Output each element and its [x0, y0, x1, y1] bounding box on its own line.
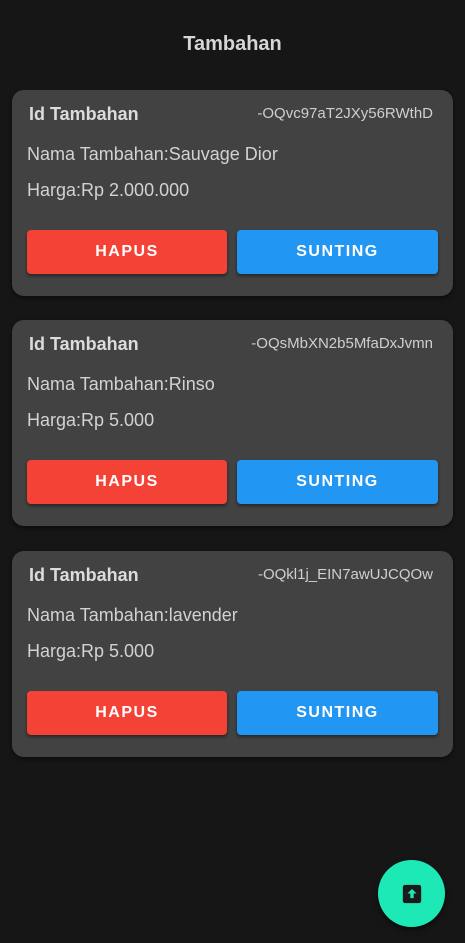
item-price: Harga:Rp 5.000	[27, 410, 155, 430]
id-label: Id Tambahan	[29, 565, 139, 585]
item-name: Nama Tambahan:Rinso	[27, 374, 215, 394]
id-value: -OQvc97aT2JXy56RWthD	[257, 105, 433, 122]
delete-button[interactable]: HAPUS	[27, 691, 227, 735]
item-card: Id Tambahan -OQsMbXN2b5MfaDxJvmn Nama Ta…	[12, 320, 453, 526]
edit-button[interactable]: SUNTING	[237, 691, 438, 735]
item-name: Nama Tambahan:lavender	[27, 605, 238, 625]
item-card: Id Tambahan -OQkl1j_EIN7awUJCQOw Nama Ta…	[12, 551, 453, 757]
item-price: Harga:Rp 2.000.000	[27, 180, 190, 200]
delete-button[interactable]: HAPUS	[27, 230, 227, 274]
id-value: -OQsMbXN2b5MfaDxJvmn	[251, 335, 433, 352]
item-name: Nama Tambahan:Sauvage Dior	[27, 144, 278, 164]
delete-button[interactable]: HAPUS	[27, 460, 227, 504]
app-screen: Tambahan Id Tambahan -OQvc97aT2JXy56RWth…	[0, 0, 465, 943]
item-price: Harga:Rp 5.000	[27, 641, 155, 661]
upload-icon	[401, 883, 423, 905]
id-label: Id Tambahan	[29, 334, 139, 354]
item-card: Id Tambahan -OQvc97aT2JXy56RWthD Nama Ta…	[12, 90, 453, 296]
edit-button[interactable]: SUNTING	[237, 460, 438, 504]
id-label: Id Tambahan	[29, 104, 139, 124]
edit-button[interactable]: SUNTING	[237, 230, 438, 274]
upload-fab-button[interactable]	[378, 860, 445, 927]
id-value: -OQkl1j_EIN7awUJCQOw	[257, 566, 433, 583]
page-title: Tambahan	[183, 33, 282, 55]
